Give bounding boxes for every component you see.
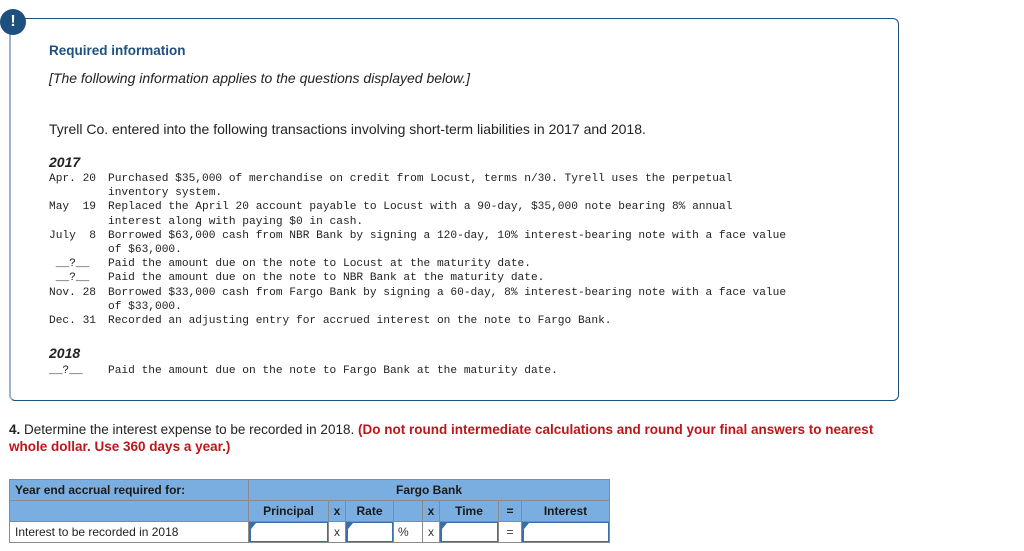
transaction-description: of $63,000.: [108, 244, 182, 257]
transaction-line: Dec. 31 Recorded an adjusting entry for a…: [49, 314, 786, 328]
transaction-date: __?__: [49, 365, 83, 377]
transaction-date: Apr. 20: [49, 173, 96, 185]
time-cell: [439, 521, 499, 543]
transaction-line: of $63,000.: [49, 243, 786, 257]
header-equals: =: [498, 500, 522, 522]
transaction-date: May 19: [49, 201, 96, 214]
header-multiply-2: x: [422, 500, 440, 522]
rate-input[interactable]: [348, 523, 392, 541]
question-number: 4.: [9, 422, 21, 437]
multiply-sign-1: x: [328, 521, 346, 543]
transaction-date: July 8: [49, 229, 96, 242]
interest-calculation-table: Year end accrual required for: Fargo Ban…: [9, 479, 610, 543]
transaction-description: of $33,000.: [108, 300, 182, 313]
header-principal: Principal: [248, 500, 329, 522]
question-text: Determine the interest expense to be rec…: [20, 422, 358, 437]
transaction-line: __?__ Paid the amount due on the note to …: [49, 257, 786, 271]
row-label: Interest to be recorded in 2018: [9, 521, 249, 543]
transaction-date: Dec. 31: [49, 315, 96, 328]
header-year-end-accrual: Year end accrual required for:: [9, 479, 249, 501]
transaction-line: May 19 Replaced the April 20 account paya…: [49, 200, 786, 214]
header-blank: [9, 500, 249, 522]
transaction-date: __?__: [49, 272, 90, 285]
required-information-title: Required information: [49, 43, 186, 58]
interest-cell: [521, 521, 610, 543]
transaction-description: interest along with paying $0 in cash.: [108, 215, 364, 228]
transaction-description: Paid the amount due on the note to NBR B…: [108, 272, 545, 285]
transaction-line: Nov. 28 Borrowed $33,000 cash from Fargo …: [49, 286, 786, 300]
transaction-description: Replaced the April 20 account payable to…: [108, 201, 733, 214]
header-multiply-1: x: [328, 500, 346, 522]
header-interest: Interest: [521, 500, 610, 522]
header-rate-unit: [393, 500, 423, 522]
intro-text: Tyrell Co. entered into the following tr…: [49, 121, 646, 137]
transaction-line: July 8 Borrowed $63,000 cash from NBR Ban…: [49, 229, 786, 243]
transaction-description: Borrowed $33,000 cash from Fargo Bank by…: [108, 286, 787, 299]
alert-icon: !: [0, 9, 26, 35]
multiply-sign-2: x: [422, 521, 440, 543]
year-heading-2017: 2017: [49, 154, 81, 170]
percent-sign: %: [393, 521, 423, 543]
table-row: Interest to be recorded in 2018 x % x =: [9, 521, 610, 543]
principal-input[interactable]: [251, 523, 327, 541]
header-time: Time: [439, 500, 499, 522]
transaction-line: __?__ Paid the amount due on the note to …: [49, 271, 786, 285]
transaction-line: Apr. 20 Purchased $35,000 of merchandise …: [49, 172, 786, 186]
transaction-line: inventory system.: [49, 186, 786, 200]
table-header-row-1: Year end accrual required for: Fargo Ban…: [9, 479, 610, 501]
principal-cell: [248, 521, 329, 543]
transactions-list-2017: Apr. 20 Purchased $35,000 of merchandise …: [49, 172, 786, 328]
transaction-date: __?__: [49, 258, 90, 271]
transaction-description: Borrowed $63,000 cash from NBR Bank by s…: [108, 229, 787, 242]
required-information-subtitle: [The following information applies to th…: [49, 70, 471, 86]
transaction-line: of $33,000.: [49, 300, 786, 314]
transaction-description: Paid the amount due on the note to Fargo…: [108, 365, 558, 377]
header-fargo-bank: Fargo Bank: [248, 479, 610, 501]
question-prompt: 4. Determine the interest expense to be …: [9, 421, 909, 455]
year-heading-2018: 2018: [49, 345, 81, 361]
table-header-row-2: Principal x Rate x Time = Interest: [9, 500, 610, 522]
transaction-date: Nov. 28: [49, 286, 96, 299]
equals-sign: =: [498, 521, 522, 543]
transaction-line: interest along with paying $0 in cash.: [49, 215, 786, 229]
transaction-description: inventory system.: [108, 187, 223, 200]
transaction-line: __?__ Paid the amount due on the note to …: [49, 364, 558, 378]
interest-input[interactable]: [524, 523, 608, 541]
header-rate: Rate: [345, 500, 394, 522]
transaction-description: Purchased $35,000 of merchandise on cred…: [108, 173, 733, 185]
transactions-list-2018: __?__ Paid the amount due on the note to …: [49, 364, 558, 378]
transaction-description: Recorded an adjusting entry for accrued …: [108, 315, 612, 328]
rate-cell: [345, 521, 394, 543]
transaction-description: Paid the amount due on the note to Locus…: [108, 258, 531, 271]
time-input[interactable]: [442, 523, 497, 541]
